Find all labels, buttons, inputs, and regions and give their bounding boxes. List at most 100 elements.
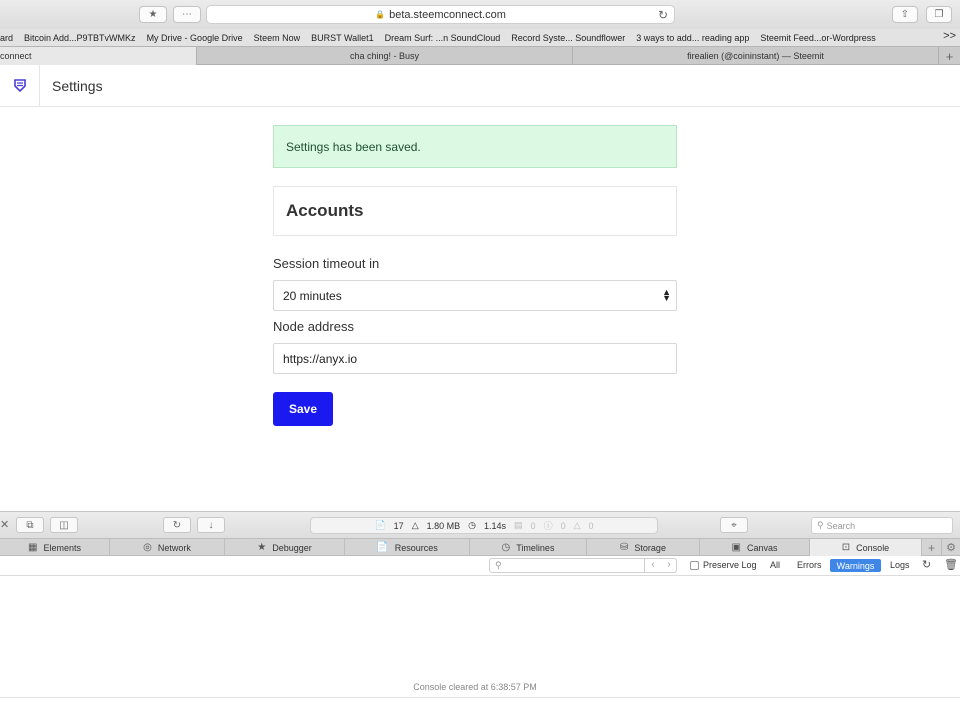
- tab-elements[interactable]: ▦ Elements: [0, 539, 110, 556]
- memory-size: 1.80 MB: [426, 520, 461, 531]
- devtools-toolbar: ✕ ⧉ ◫ ↻ ↓ 📄 17 △ 1.80 MB ◷ 1.14s ▤ 0 ⓘ 0 △ 0 ⌖…: [0, 511, 960, 538]
- filter-errors-button[interactable]: Errors: [797, 560, 822, 570]
- tab-network[interactable]: ◎ Network: [110, 539, 225, 556]
- add-tab-icon[interactable]: +: [922, 539, 942, 556]
- storage-icon: ⛁: [620, 542, 629, 553]
- session-timeout-label: Session timeout in: [273, 256, 380, 271]
- tab-steemconnect[interactable]: connect: [0, 47, 197, 65]
- console-icon: ⊡: [841, 542, 851, 553]
- tabs-overview-icon[interactable]: ❐: [926, 6, 952, 23]
- clear-on-reload-icon[interactable]: ↻: [922, 558, 931, 571]
- node-address-label: Node address: [273, 319, 354, 334]
- tab-label: cha ching! - Busy: [349, 51, 420, 61]
- tab-timelines[interactable]: ◷ Timelines: [470, 539, 587, 556]
- filter-all-button[interactable]: All: [770, 560, 780, 570]
- session-timeout-select[interactable]: 20 minutes ▲ ▼: [273, 280, 677, 311]
- node-address-input[interactable]: https://anyx.io: [273, 343, 677, 374]
- tab-label: connect: [0, 51, 32, 61]
- bookmark-item[interactable]: Record Syste... Soundflower: [511, 33, 625, 43]
- favorites-icon[interactable]: ★: [139, 6, 167, 23]
- filter-logs-button[interactable]: Logs: [890, 560, 910, 570]
- address-url: beta.steemconnect.com: [389, 8, 506, 21]
- bookmark-item[interactable]: Bitcoin Add...P9TBTvWMKz: [24, 33, 136, 43]
- tab-label: firealien (@coininstant) — Steemit: [687, 51, 824, 61]
- devtools-tab-bar: ▦ Elements ◎ Network ★ Debugger 📄 Resources …: [0, 538, 960, 556]
- node-address-value: https://anyx.io: [283, 351, 358, 366]
- browser-toolbar: ★ ⋯ 🔒 beta.steemconnect.com ↻ ⇧ ❐: [0, 0, 960, 29]
- filter-warnings-button[interactable]: Warnings: [830, 559, 881, 572]
- bookmark-item[interactable]: Steemit Feed...or-Wordpress: [760, 33, 875, 43]
- accounts-card: Accounts: [273, 186, 677, 236]
- warning-count: 0: [588, 520, 594, 531]
- bookmark-item[interactable]: 3 ways to add... reading app: [636, 33, 749, 43]
- filter-nav: ‹ ›: [644, 558, 677, 573]
- tab-label: Resources: [394, 542, 438, 553]
- search-icon: ⚲: [817, 520, 824, 530]
- bookmark-item[interactable]: My Drive - Google Drive: [147, 33, 243, 43]
- bookmark-item[interactable]: BURST Wallet1: [311, 33, 374, 43]
- memory-icon: △: [411, 520, 419, 530]
- error-icon: ⓘ: [543, 521, 553, 531]
- tab-busy[interactable]: cha ching! - Busy: [197, 47, 573, 65]
- prev-match-icon[interactable]: ‹: [645, 558, 661, 573]
- tab-label: Console: [856, 542, 890, 553]
- log-icon: ▤: [514, 520, 523, 530]
- tab-label: Elements: [43, 542, 81, 553]
- detach-icon[interactable]: ⧉: [16, 517, 44, 533]
- page-title: Settings: [52, 78, 103, 94]
- filter-search-icon: ⚲: [495, 560, 502, 570]
- download-icon[interactable]: ↓: [197, 517, 225, 533]
- console-prompt-divider: [0, 697, 960, 698]
- section-title: Accounts: [286, 201, 364, 220]
- search-placeholder: Search: [826, 520, 856, 531]
- tab-steemit[interactable]: firealien (@coininstant) — Steemit: [573, 47, 939, 65]
- alert-text: Settings has been saved.: [286, 139, 421, 154]
- log-count: 0: [530, 520, 536, 531]
- session-timeout-value: 20 minutes: [283, 288, 342, 303]
- steemconnect-logo-icon[interactable]: [0, 65, 40, 106]
- resources-count: 17: [393, 520, 404, 531]
- lock-icon: 🔒: [375, 10, 386, 19]
- tab-canvas[interactable]: ▣ Canvas: [700, 539, 810, 556]
- next-match-icon[interactable]: ›: [661, 558, 677, 573]
- tab-console[interactable]: ⊡ Console: [810, 539, 922, 556]
- bookmark-item[interactable]: Steem Now: [254, 33, 301, 43]
- bookmarks-overflow-button[interactable]: >>: [943, 30, 956, 42]
- timelines-icon: ◷: [501, 542, 511, 553]
- tab-label: Storage: [634, 542, 666, 553]
- preserve-log-label[interactable]: Preserve Log: [703, 560, 757, 570]
- reload-page-icon[interactable]: ↻: [163, 517, 191, 533]
- error-count: 0: [560, 520, 566, 531]
- preserve-log-checkbox[interactable]: [690, 561, 699, 570]
- devtools-search-input[interactable]: ⚲ Search: [811, 517, 953, 534]
- resources-icon: 📄: [374, 520, 386, 530]
- console-cleared-message: Console cleared at 6:38:57 PM: [413, 682, 537, 692]
- devtools-dashboard[interactable]: 📄 17 △ 1.80 MB ◷ 1.14s ▤ 0 ⓘ 0 △ 0: [310, 517, 658, 534]
- share-icon[interactable]: ⇧: [892, 6, 918, 23]
- clock-icon: ◷: [468, 520, 476, 530]
- warning-icon: △: [573, 520, 581, 530]
- bookmarks-bar: ard Bitcoin Add...P9TBTvWMKz My Drive - …: [0, 29, 960, 46]
- elements-icon: ▦: [28, 542, 38, 553]
- tab-storage[interactable]: ⛁ Storage: [587, 539, 700, 556]
- close-devtools-icon[interactable]: ✕: [0, 518, 9, 531]
- success-alert: Settings has been saved.: [273, 125, 677, 168]
- bookmark-item[interactable]: ard: [0, 33, 13, 43]
- debugger-icon: ★: [257, 542, 267, 553]
- settings-gear-icon[interactable]: ⚙: [942, 539, 960, 556]
- tab-resources[interactable]: 📄 Resources: [345, 539, 470, 556]
- bookmark-item[interactable]: Dream Surf: ...n SoundCloud: [385, 33, 501, 43]
- tab-debugger[interactable]: ★ Debugger: [225, 539, 345, 556]
- tab-bar: connect cha ching! - Busy firealien (@co…: [0, 46, 960, 65]
- select-arrows-icon: ▲ ▼: [662, 287, 671, 303]
- grid-icon[interactable]: ⋯: [173, 6, 201, 23]
- tab-label: Network: [157, 542, 191, 553]
- address-bar[interactable]: 🔒 beta.steemconnect.com ↻: [206, 5, 675, 24]
- new-tab-button[interactable]: +: [938, 47, 960, 65]
- dock-icon[interactable]: ◫: [50, 517, 78, 533]
- inspect-target-icon[interactable]: ⌖: [720, 517, 748, 533]
- reload-icon[interactable]: ↻: [658, 8, 668, 22]
- trash-icon[interactable]: 🗑: [944, 558, 958, 571]
- save-button[interactable]: Save: [273, 392, 333, 426]
- load-time: 1.14s: [484, 520, 507, 531]
